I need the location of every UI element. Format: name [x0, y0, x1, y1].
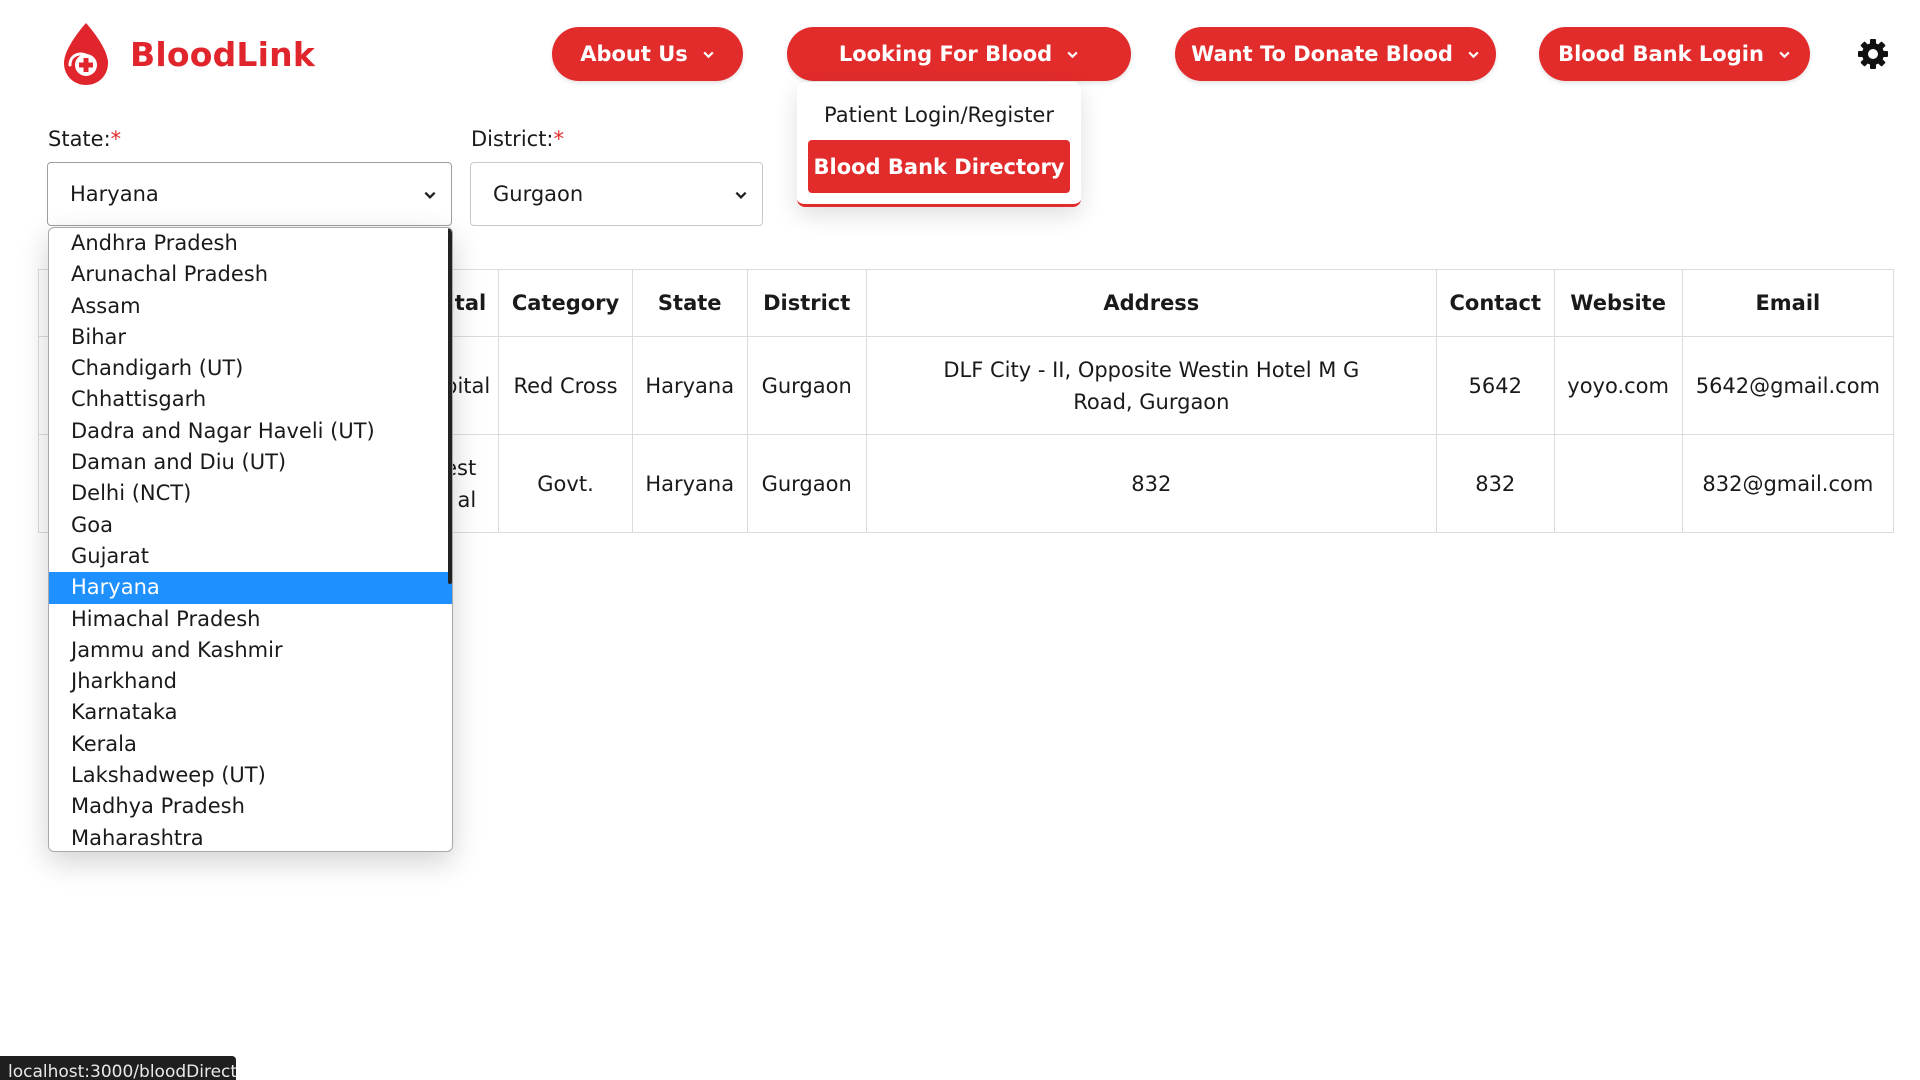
blood-bank-login-label: Blood Bank Login — [1558, 42, 1764, 66]
state-option[interactable]: Daman and Diu (UT) — [49, 447, 452, 478]
header-website: Website — [1553, 269, 1683, 337]
state-option[interactable]: Maharashtra — [49, 823, 452, 851]
state-option[interactable]: Goa — [49, 510, 452, 541]
header-state: State — [631, 269, 748, 337]
chevron-down-icon — [735, 191, 747, 199]
state-option[interactable]: Andhra Pradesh — [49, 228, 452, 259]
looking-for-blood-button[interactable]: Looking For Blood — [787, 27, 1131, 81]
menu-item-patient-login[interactable]: Patient Login/Register — [797, 96, 1081, 134]
header-email: Email — [1681, 269, 1895, 337]
district-select-value: Gurgaon — [493, 182, 584, 206]
chevron-down-icon — [424, 191, 436, 199]
looking-for-blood-label: Looking For Blood — [838, 42, 1053, 66]
cell-address-text: DLF City - II, Opposite Westin Hotel M G… — [943, 357, 1360, 414]
looking-for-blood-menu: Patient Login/Register Blood Bank Direct… — [797, 82, 1081, 207]
cell-email[interactable]: 5642@gmail.com — [1681, 336, 1895, 435]
brand-logo[interactable]: BloodLink — [56, 20, 315, 88]
state-option[interactable]: Jammu and Kashmir — [49, 635, 452, 666]
district-label: District:* — [471, 127, 564, 151]
state-label: State:* — [48, 127, 121, 151]
state-option[interactable]: Madhya Pradesh — [49, 791, 452, 822]
cell-email[interactable]: 832@gmail.com — [1681, 434, 1895, 533]
state-option[interactable]: Chandigarh (UT) — [49, 353, 452, 384]
state-option[interactable]: Lakshadweep (UT) — [49, 760, 452, 791]
menu-item-blood-bank-directory[interactable]: Blood Bank Directory — [808, 140, 1070, 193]
cell-website[interactable]: yoyo.com — [1553, 336, 1683, 435]
state-option[interactable]: Kerala — [49, 729, 452, 760]
chevron-down-icon — [703, 51, 714, 58]
cell-contact: 832 — [1435, 434, 1555, 533]
cell-district: Gurgaon — [746, 336, 867, 435]
cell-state: Haryana — [631, 336, 748, 435]
about-us-label: About Us — [580, 42, 688, 66]
state-option[interactable]: Karnataka — [49, 697, 452, 728]
browser-status-url: localhost:3000/bloodDirect — [0, 1056, 236, 1080]
dropdown-scrollbar[interactable] — [448, 228, 452, 584]
cell-district: Gurgaon — [746, 434, 867, 533]
header-category: Category — [498, 269, 633, 337]
district-label-text: District: — [471, 127, 554, 151]
chevron-down-icon — [1468, 51, 1479, 58]
state-option[interactable]: Jharkhand — [49, 666, 452, 697]
chevron-down-icon — [1779, 51, 1790, 58]
state-option[interactable]: Gujarat — [49, 541, 452, 572]
cell-website[interactable] — [1553, 434, 1683, 533]
about-us-button[interactable]: About Us — [552, 27, 743, 81]
want-to-donate-button[interactable]: Want To Donate Blood — [1175, 27, 1496, 81]
header-contact: Contact — [1435, 269, 1555, 337]
state-option[interactable]: Delhi (NCT) — [49, 478, 452, 509]
cell-address: DLF City - II, Opposite Westin Hotel M G… — [865, 336, 1437, 435]
cell-address: 832 — [865, 434, 1437, 533]
cell-contact: 5642 — [1435, 336, 1555, 435]
want-to-donate-label: Want To Donate Blood — [1191, 42, 1453, 66]
header-address: Address — [865, 269, 1437, 337]
cell-category: Govt. — [498, 434, 633, 533]
gear-icon[interactable] — [1857, 38, 1889, 70]
header-district: District — [746, 269, 867, 337]
cell-state: Haryana — [631, 434, 748, 533]
required-mark: * — [553, 127, 565, 151]
state-option[interactable]: Himachal Pradesh — [49, 604, 452, 635]
blood-drop-logo-icon — [64, 23, 108, 85]
state-option[interactable]: Bihar — [49, 322, 452, 353]
cell-category: Red Cross — [498, 336, 633, 435]
district-select[interactable]: Gurgaon — [470, 162, 763, 226]
state-label-text: State: — [48, 127, 111, 151]
state-option[interactable]: Arunachal Pradesh — [49, 259, 452, 290]
state-option[interactable]: Assam — [49, 291, 452, 322]
state-option[interactable]: Haryana — [49, 572, 452, 604]
state-option[interactable]: Dadra and Nagar Haveli (UT) — [49, 416, 452, 447]
state-select[interactable]: Haryana — [47, 162, 452, 226]
state-option[interactable]: Chhattisgarh — [49, 384, 452, 415]
chevron-down-icon — [1067, 51, 1078, 58]
state-dropdown-list[interactable]: Andhra Pradesh Arunachal Pradesh Assam Biha… — [48, 227, 453, 852]
brand-name: BloodLink — [130, 34, 316, 74]
required-mark: * — [110, 127, 122, 151]
state-select-value: Haryana — [70, 182, 159, 206]
blood-bank-login-button[interactable]: Blood Bank Login — [1539, 27, 1810, 81]
